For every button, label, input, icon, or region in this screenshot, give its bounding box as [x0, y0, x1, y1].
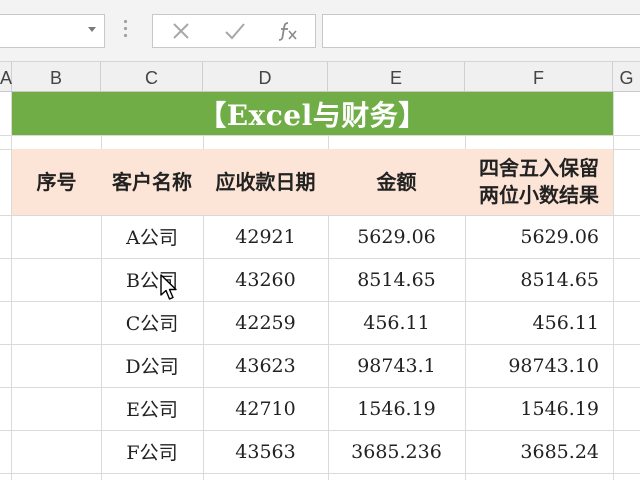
cell-date[interactable]: 42710: [203, 387, 328, 430]
sheet-title[interactable]: 【Excel与财务】: [12, 92, 613, 135]
cell-date[interactable]: 43623: [203, 344, 328, 387]
cell-date[interactable]: 42921: [203, 215, 328, 258]
cell-customer-name[interactable]: D公司: [101, 344, 203, 387]
name-box[interactable]: [0, 14, 105, 48]
formula-buttons: [152, 14, 316, 48]
column-header-b[interactable]: B: [12, 62, 101, 91]
header-rounded-line1: 四舍五入保留: [479, 156, 599, 180]
header-customer-name[interactable]: 客户名称: [101, 149, 203, 215]
close-icon[interactable]: [155, 15, 207, 47]
cell-customer-name[interactable]: E公司: [101, 387, 203, 430]
cell-amount[interactable]: 1546.19: [328, 387, 465, 430]
cell-rounded[interactable]: 98743.10: [465, 344, 613, 387]
column-header-c[interactable]: C: [101, 62, 203, 91]
mouse-pointer-icon: [160, 274, 180, 302]
chevron-down-icon[interactable]: [88, 27, 96, 32]
column-header-g[interactable]: G: [613, 62, 640, 91]
cell-rounded[interactable]: 8514.65: [465, 258, 613, 301]
spreadsheet-grid[interactable]: 【Excel与财务】 序号 客户名称 应收款日期 金额 四舍五入保留 两位小数结…: [0, 92, 640, 480]
column-header-d[interactable]: D: [203, 62, 328, 91]
header-rounded-result[interactable]: 四舍五入保留 两位小数结果: [465, 149, 613, 215]
cell-rounded[interactable]: 3685.24: [465, 430, 613, 473]
header-amount[interactable]: 金额: [328, 149, 465, 215]
cell-amount[interactable]: 5629.06: [328, 215, 465, 258]
cell-customer-name[interactable]: A公司: [101, 215, 203, 258]
column-header-e[interactable]: E: [328, 62, 465, 91]
grip-handle-icon[interactable]: [124, 20, 128, 40]
cell-customer-name[interactable]: B公司: [101, 258, 203, 301]
check-icon[interactable]: [209, 15, 261, 47]
formula-input[interactable]: [322, 14, 640, 48]
cell-date[interactable]: 43563: [203, 430, 328, 473]
column-header-row: A B C D E F G: [0, 62, 640, 92]
cell-rounded[interactable]: 1546.19: [465, 387, 613, 430]
fx-icon[interactable]: [261, 15, 313, 47]
formula-bar: [0, 0, 640, 62]
cell-customer-name[interactable]: F公司: [101, 430, 203, 473]
cell-amount[interactable]: 8514.65: [328, 258, 465, 301]
cell-amount[interactable]: 456.11: [328, 301, 465, 344]
cell-amount[interactable]: 98743.1: [328, 344, 465, 387]
cell-customer-name[interactable]: C公司: [101, 301, 203, 344]
cell-date[interactable]: 42259: [203, 301, 328, 344]
column-header-a[interactable]: A: [0, 62, 12, 91]
cell-date[interactable]: 43260: [203, 258, 328, 301]
cell-amount[interactable]: 3685.236: [328, 430, 465, 473]
column-header-f[interactable]: F: [465, 62, 613, 91]
cell-rounded[interactable]: 456.11: [465, 301, 613, 344]
header-receivable-date[interactable]: 应收款日期: [203, 149, 328, 215]
cell-rounded[interactable]: 5629.06: [465, 215, 613, 258]
header-rounded-line2: 两位小数结果: [479, 183, 599, 207]
header-index[interactable]: 序号: [12, 149, 101, 215]
